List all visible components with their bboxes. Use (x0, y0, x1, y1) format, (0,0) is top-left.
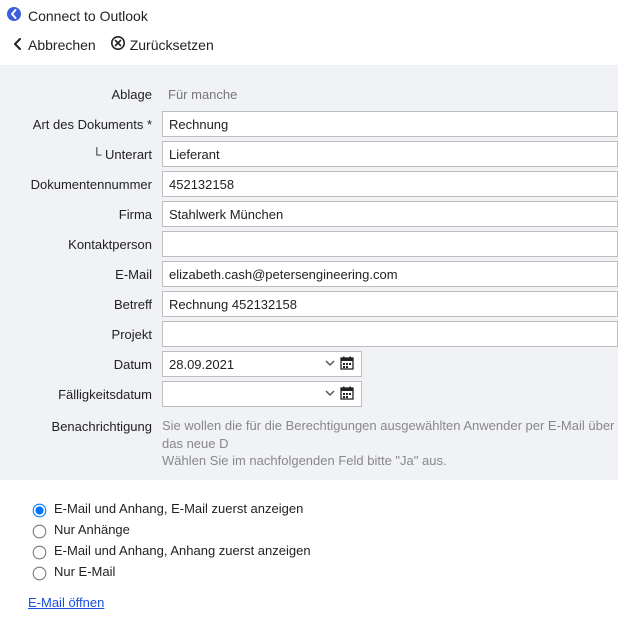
row-kontakt: Kontaktperson (0, 231, 618, 257)
reset-button[interactable]: Zurücksetzen (110, 35, 214, 54)
label-art: Art des Dokuments * (0, 117, 162, 132)
value-ablage: Für manche (162, 87, 618, 102)
label-betreff: Betreff (0, 297, 162, 312)
label-firma: Firma (0, 207, 162, 222)
input-art[interactable] (162, 111, 618, 137)
cancel-button[interactable]: Abbrechen (12, 37, 96, 53)
note-line2: Wählen Sie im nachfolgenden Feld bitte "… (162, 452, 618, 470)
datepicker-datum[interactable]: 28.09.2021 (162, 351, 362, 377)
label-unterart: └ Unterart (0, 147, 162, 162)
input-unterart[interactable] (162, 141, 618, 167)
input-docnum[interactable] (162, 171, 618, 197)
reset-label: Zurücksetzen (130, 37, 214, 53)
row-betreff: Betreff (0, 291, 618, 317)
input-firma[interactable] (162, 201, 618, 227)
label-benachrichtigung: Benachrichtigung (0, 417, 162, 470)
input-kontakt[interactable] (162, 231, 618, 257)
option-only-attachments[interactable]: Nur Anhänge (28, 522, 608, 538)
label-faellig: Fälligkeitsdatum (0, 387, 162, 402)
calendar-icon (335, 385, 355, 404)
row-ablage: Ablage Für manche (0, 81, 618, 107)
label-projekt: Projekt (0, 327, 162, 342)
label-ablage: Ablage (0, 87, 162, 102)
row-docnum: Dokumentennummer (0, 171, 618, 197)
label-docnum: Dokumentennummer (0, 177, 162, 192)
row-projekt: Projekt (0, 321, 618, 347)
datum-value: 28.09.2021 (169, 357, 321, 372)
row-datum: Datum 28.09.2021 (0, 351, 618, 377)
display-options: E-Mail und Anhang, E-Mail zuerst anzeige… (0, 480, 618, 610)
note-line1: Sie wollen die für die Berechtigungen au… (162, 417, 618, 452)
app-icon (6, 6, 28, 25)
option-label-o4: Nur E-Mail (54, 564, 115, 579)
chevron-down-icon (321, 358, 335, 371)
option-label-o3: E-Mail und Anhang, Anhang zuerst anzeige… (54, 543, 311, 558)
radio-o3[interactable] (33, 545, 47, 559)
note-benachrichtigung: Sie wollen die für die Berechtigungen au… (162, 417, 618, 470)
option-label-o1: E-Mail und Anhang, E-Mail zuerst anzeige… (54, 501, 303, 516)
label-datum: Datum (0, 357, 162, 372)
row-firma: Firma (0, 201, 618, 227)
form-area: Ablage Für manche Art des Dokuments * └ … (0, 65, 618, 480)
input-projekt[interactable] (162, 321, 618, 347)
row-art: Art des Dokuments * (0, 111, 618, 137)
option-email-attachment-email-first[interactable]: E-Mail und Anhang, E-Mail zuerst anzeige… (28, 501, 608, 517)
row-unterart: └ Unterart (0, 141, 618, 167)
radio-o2[interactable] (33, 524, 47, 538)
label-email: E-Mail (0, 267, 162, 282)
toolbar: Abbrechen Zurücksetzen (0, 29, 618, 65)
label-kontakt: Kontaktperson (0, 237, 162, 252)
close-circle-icon (110, 35, 126, 54)
window-title-bar: Connect to Outlook (0, 0, 618, 29)
row-benachrichtigung: Benachrichtigung Sie wollen die für die … (0, 411, 618, 470)
option-only-email[interactable]: Nur E-Mail (28, 564, 608, 580)
window-title: Connect to Outlook (28, 8, 148, 24)
cancel-label: Abbrechen (28, 37, 96, 53)
row-email: E-Mail (0, 261, 618, 287)
radio-o4[interactable] (33, 566, 47, 580)
option-email-attachment-attachment-first[interactable]: E-Mail und Anhang, Anhang zuerst anzeige… (28, 543, 608, 559)
option-label-o2: Nur Anhänge (54, 522, 130, 537)
datepicker-faellig[interactable] (162, 381, 362, 407)
radio-o1[interactable] (33, 503, 47, 517)
row-faellig: Fälligkeitsdatum (0, 381, 618, 407)
back-chevron-icon (12, 37, 24, 53)
input-betreff[interactable] (162, 291, 618, 317)
calendar-icon (335, 355, 355, 374)
input-email[interactable] (162, 261, 618, 287)
open-email-link[interactable]: E-Mail öffnen (28, 595, 104, 610)
chevron-down-icon (321, 388, 335, 401)
